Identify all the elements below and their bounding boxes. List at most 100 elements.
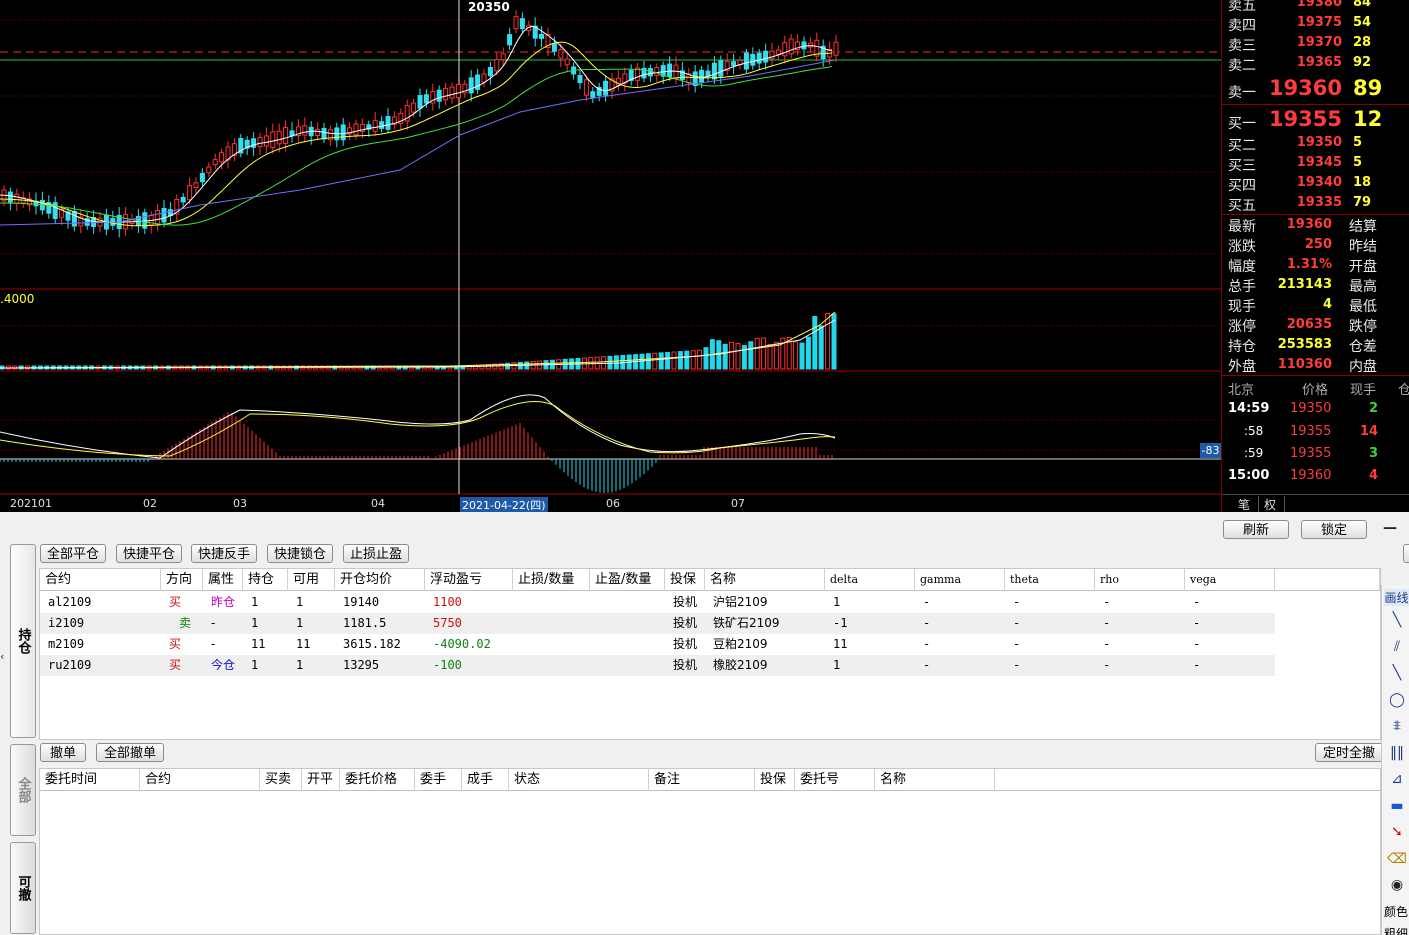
positions-header-cell[interactable]: theta bbox=[1005, 569, 1095, 591]
orders-header-cell[interactable]: 委托价格 bbox=[340, 769, 415, 791]
cancel-all-orders-button[interactable]: 全部撤单 bbox=[96, 743, 164, 762]
orders-header-cell[interactable]: 开平 bbox=[302, 769, 340, 791]
quote-tab-quan[interactable]: 权 bbox=[1256, 496, 1286, 512]
position-cell-gamma: - bbox=[923, 637, 931, 651]
candle-body bbox=[385, 116, 391, 130]
candle-body bbox=[577, 74, 583, 84]
candle-body bbox=[539, 33, 545, 39]
positions-header-cell[interactable]: rho bbox=[1095, 569, 1185, 591]
timed-cancel-all-button[interactable]: 定时全撤 bbox=[1315, 743, 1383, 762]
stat-row: 现手 4 最低 bbox=[1222, 295, 1409, 315]
partial-right-button[interactable] bbox=[1403, 544, 1409, 563]
ask-price[interactable]: 19365 bbox=[1297, 55, 1342, 70]
bid-label: 买五 bbox=[1228, 198, 1256, 214]
ask-price[interactable]: 19370 bbox=[1297, 35, 1342, 50]
position-action-button[interactable]: 快捷反手 bbox=[191, 544, 257, 563]
cancel-order-button[interactable]: 撤单 bbox=[40, 743, 86, 762]
candle-body bbox=[455, 83, 461, 98]
candle-body bbox=[436, 89, 442, 102]
positions-header-cell[interactable]: 投保 bbox=[665, 569, 705, 591]
orders-header-cell[interactable]: 投保 bbox=[755, 769, 795, 791]
positions-header-cell[interactable]: gamma bbox=[915, 569, 1005, 591]
orders-header-cell[interactable]: 合约 bbox=[140, 769, 260, 791]
stat-label: 涨跌 bbox=[1228, 239, 1256, 255]
kline-chart[interactable] bbox=[0, 0, 1221, 512]
position-action-button[interactable]: 快捷平仓 bbox=[116, 544, 182, 563]
position-cell-avg: 1181.5 bbox=[343, 616, 387, 630]
best-ask-price[interactable]: 19360 bbox=[1269, 76, 1342, 100]
position-row[interactable]: m2109 买 - 11 11 3615.182 -4090.02 投机 豆粕2109 11 - - -… bbox=[40, 634, 1275, 655]
orders-header-cell[interactable]: 委托时间 bbox=[40, 769, 140, 791]
tab-all-orders[interactable]: 全部 bbox=[10, 744, 36, 836]
positions-header-cell[interactable]: delta bbox=[825, 569, 915, 591]
delete-arrow-icon[interactable]: ➘ bbox=[1386, 821, 1408, 843]
orders-header-cell[interactable]: 备注 bbox=[649, 769, 755, 791]
orders-header-cell[interactable]: 委手 bbox=[415, 769, 462, 791]
orders-header-cell[interactable]: 买卖 bbox=[260, 769, 302, 791]
refresh-button[interactable]: 刷新 bbox=[1223, 520, 1289, 539]
orders-header-cell[interactable]: 名称 bbox=[875, 769, 995, 791]
line-width-label[interactable]: 粗细 bbox=[1384, 925, 1408, 935]
position-cell-pos: 1 bbox=[251, 616, 259, 630]
positions-header-cell[interactable]: 可用 bbox=[288, 569, 335, 591]
bid-price[interactable]: 19350 bbox=[1297, 135, 1342, 150]
ask-label: 卖三 bbox=[1228, 38, 1256, 54]
positions-header-cell[interactable]: 合约 bbox=[40, 569, 161, 591]
ray-line-icon[interactable]: ╲ bbox=[1386, 662, 1408, 684]
positions-header-cell[interactable]: 开仓均价 bbox=[335, 569, 425, 591]
position-action-button[interactable]: 全部平仓 bbox=[40, 544, 106, 563]
positions-header-cell[interactable]: 属性 bbox=[203, 569, 243, 591]
positions-header-cell[interactable]: 浮动盈亏 bbox=[425, 569, 513, 591]
tab-positions[interactable]: 持仓 bbox=[10, 544, 36, 738]
positions-header-cell[interactable]: vega bbox=[1185, 569, 1275, 591]
lock-button[interactable]: 锁定 bbox=[1301, 520, 1367, 539]
orders-header-cell[interactable]: 状态 bbox=[509, 769, 649, 791]
line-tool-icon[interactable]: ╲ bbox=[1386, 609, 1408, 631]
ellipse-icon[interactable]: ◯ bbox=[1386, 689, 1408, 711]
positions-header-cell[interactable]: 止损/数量 bbox=[513, 569, 590, 591]
orders-header-cell[interactable]: 成手 bbox=[462, 769, 509, 791]
candle-body bbox=[187, 185, 193, 201]
quote-tab-bi[interactable]: 笔 bbox=[1230, 496, 1260, 512]
ticks-col-time: 北京 bbox=[1228, 383, 1255, 398]
positions-header-cell[interactable]: 止盈/数量 bbox=[590, 569, 665, 591]
bid-price[interactable]: 19335 bbox=[1297, 195, 1342, 210]
best-bid-price[interactable]: 19355 bbox=[1269, 107, 1342, 131]
eye-icon[interactable]: ◉ bbox=[1386, 874, 1408, 896]
bid-price[interactable]: 19345 bbox=[1297, 155, 1342, 170]
positions-header-cell[interactable]: 持仓 bbox=[243, 569, 288, 591]
orders-header-cell[interactable]: 委托号 bbox=[795, 769, 875, 791]
volume-bar bbox=[825, 312, 831, 370]
position-cell-name: 沪铝2109 bbox=[713, 595, 768, 609]
ask-price[interactable]: 19380 bbox=[1297, 0, 1342, 10]
ruler-icon[interactable]: ▬ bbox=[1386, 795, 1408, 817]
candle-body bbox=[372, 120, 378, 132]
stat-row: 幅度 1.31% 开盘 bbox=[1222, 255, 1409, 275]
position-row[interactable]: al2109 买 昨仓 1 1 19140 1100 投机 沪铝2109 1 - - - - bbox=[40, 592, 1275, 613]
tick-price: 19355 bbox=[1290, 424, 1332, 439]
stat-row: 最新 19360 结算 bbox=[1222, 215, 1409, 235]
position-cell-contract: i2109 bbox=[48, 616, 85, 630]
stat-label: 外盘 bbox=[1228, 359, 1256, 375]
fibonacci-icon[interactable]: ⩨ bbox=[1386, 715, 1408, 737]
eraser-icon[interactable]: ⌫ bbox=[1386, 848, 1408, 870]
positions-header-cell[interactable]: 方向 bbox=[161, 569, 203, 591]
volume-bar bbox=[613, 355, 619, 370]
positions-header-cell[interactable]: 名称 bbox=[705, 569, 825, 591]
color-picker-label[interactable]: 颜色 bbox=[1384, 903, 1408, 920]
position-cell-gamma: - bbox=[923, 595, 931, 609]
position-action-button[interactable]: 止损止盈 bbox=[343, 544, 409, 563]
tab-cancelable-orders[interactable]: 可撤 bbox=[10, 842, 36, 934]
cycle-lines-icon[interactable]: ‖‖ bbox=[1386, 742, 1408, 764]
position-row[interactable]: i2109 卖 -1 1 1181.5 5750 投机 铁矿石2109 -1- - - - bbox=[40, 613, 1275, 634]
ask-price[interactable]: 19375 bbox=[1297, 15, 1342, 30]
position-action-button[interactable]: 快捷锁仓 bbox=[267, 544, 333, 563]
collapse-arrow-icon[interactable]: ‹ bbox=[0, 650, 4, 663]
bid-price[interactable]: 19340 bbox=[1297, 175, 1342, 190]
stat-value: 19360 bbox=[1286, 217, 1332, 232]
parallel-line-icon[interactable]: ⫽ bbox=[1386, 636, 1408, 658]
position-row[interactable]: ru2109 买 今仓 1 1 13295 -100 投机 橡胶2109 1 - - - - bbox=[40, 655, 1275, 676]
tick-time: 14:59 bbox=[1228, 401, 1270, 416]
gann-fan-icon[interactable]: ⊿ bbox=[1386, 768, 1408, 790]
minimize-button[interactable]: — bbox=[1383, 520, 1397, 536]
